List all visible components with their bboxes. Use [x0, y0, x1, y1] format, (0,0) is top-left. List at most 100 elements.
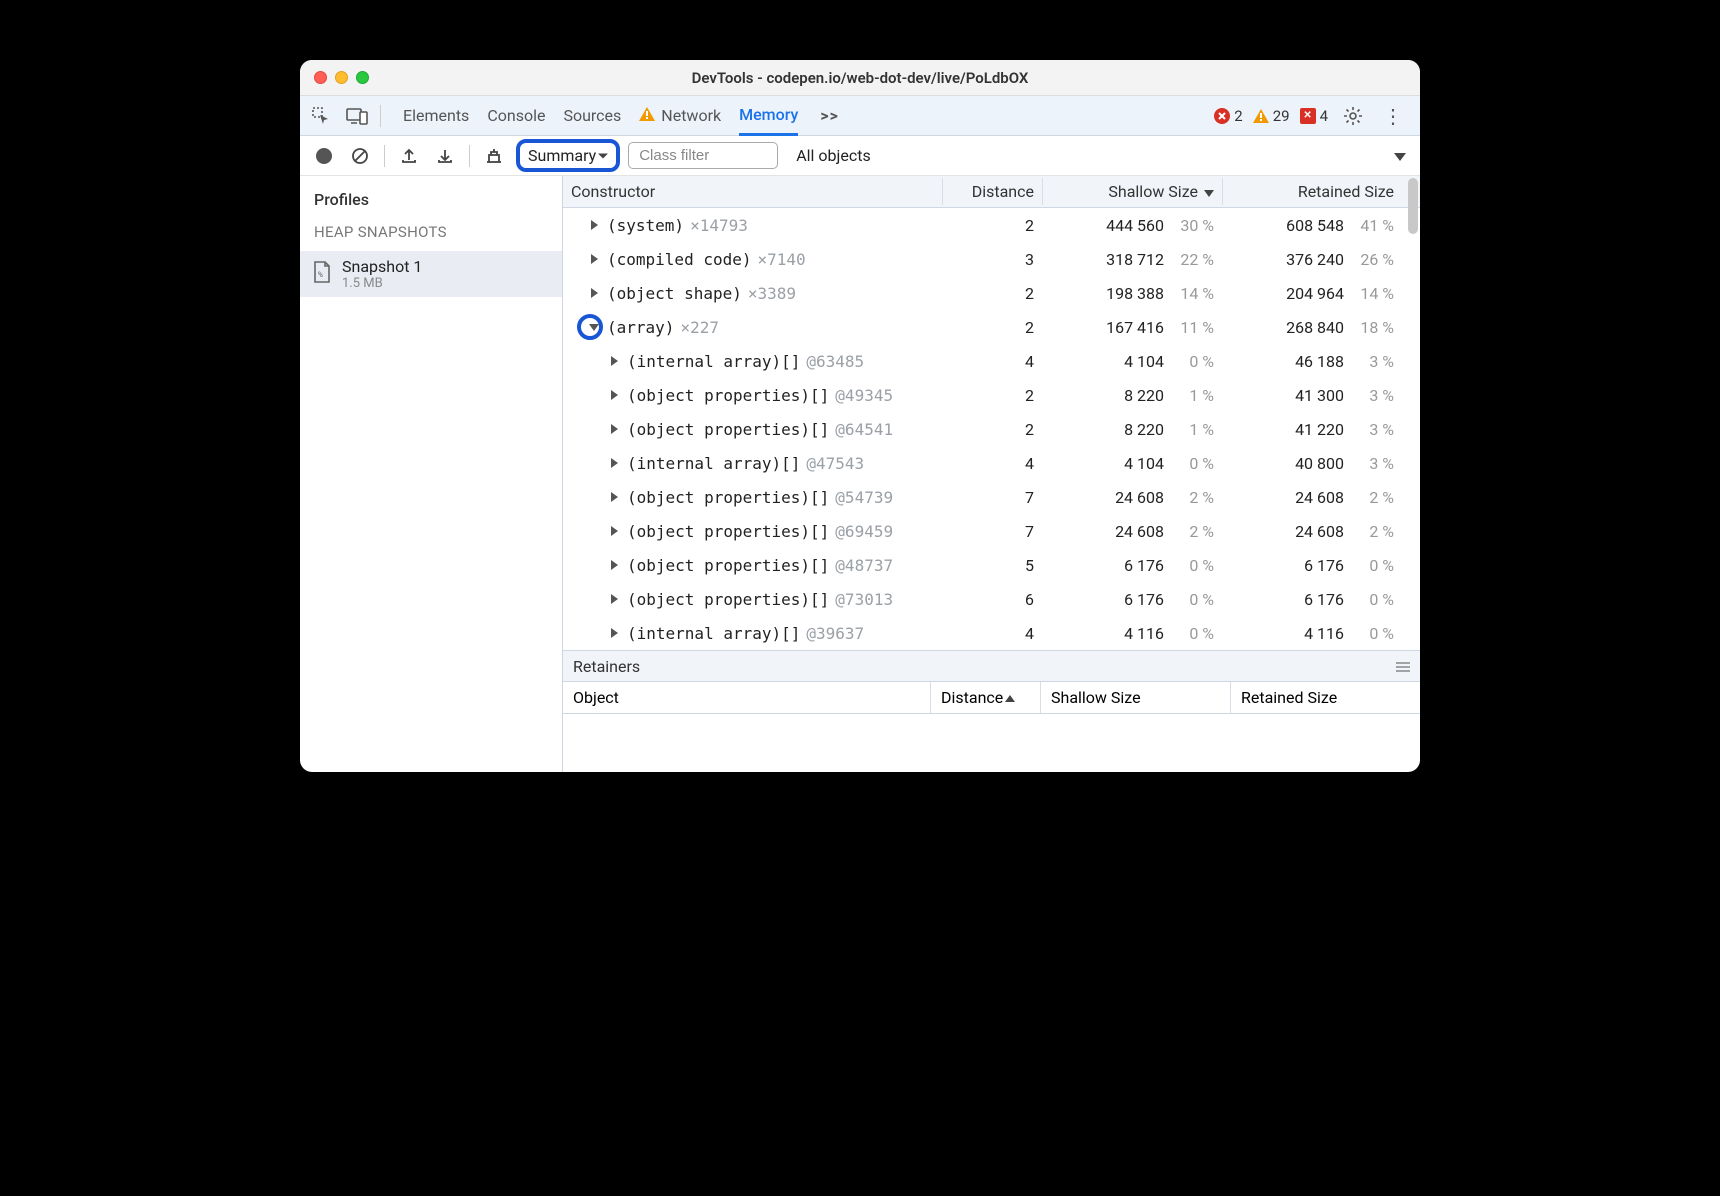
tab-memory[interactable]: Memory [739, 96, 798, 136]
class-filter-input[interactable] [628, 142, 778, 169]
retained-size-cell: 46 1883 % [1222, 350, 1402, 373]
table-row[interactable]: (object properties)[] @7301366 1760 %6 1… [563, 582, 1420, 616]
shallow-size-cell: 8 2201 % [1042, 384, 1222, 407]
disclosure-right-icon[interactable] [607, 390, 621, 400]
shallow-size-cell: 6 1760 % [1042, 554, 1222, 577]
minimize-button[interactable] [335, 71, 348, 84]
constructor-name: (object properties)[] [627, 420, 829, 439]
save-profile-button[interactable] [431, 142, 459, 170]
snapshot-item[interactable]: % Snapshot 1 1.5 MB [300, 251, 562, 297]
distance-cell: 2 [942, 418, 1042, 441]
snapshot-name: Snapshot 1 [342, 257, 422, 276]
ret-col-shallow[interactable]: Shallow Size [1040, 682, 1230, 713]
disclosure-right-icon[interactable] [587, 220, 601, 230]
disclosure-right-icon[interactable] [607, 628, 621, 638]
view-dropdown[interactable]: Summary [516, 139, 620, 172]
disclosure-right-icon[interactable] [607, 526, 621, 536]
maximize-button[interactable] [356, 71, 369, 84]
disclosure-right-icon[interactable] [607, 492, 621, 502]
table-row[interactable]: (array) ×2272167 41611 %268 84018 % [563, 310, 1420, 344]
record-button[interactable] [310, 142, 338, 170]
retained-size-cell: 41 2203 % [1222, 418, 1402, 441]
constructor-cell: (internal array)[] @47543 [563, 452, 942, 475]
close-button[interactable] [314, 71, 327, 84]
disclosure-right-icon[interactable] [607, 594, 621, 604]
constructor-name: (object shape) [607, 284, 742, 303]
constructor-name: (object properties)[] [627, 522, 829, 541]
shallow-size-cell: 24 6082 % [1042, 520, 1222, 543]
table-row[interactable]: (compiled code) ×71403318 71222 %376 240… [563, 242, 1420, 276]
tab-network[interactable]: Network [639, 96, 721, 136]
table-row[interactable]: (object properties)[] @69459724 6082 %24… [563, 514, 1420, 548]
ret-col-distance[interactable]: Distance [930, 682, 1040, 713]
object-id: @39637 [806, 624, 864, 643]
object-id: @73013 [835, 590, 893, 609]
retained-size-cell: 376 24026 % [1222, 248, 1402, 271]
snapshot-file-icon: % [312, 260, 332, 288]
constructor-cell: (object shape) ×3389 [563, 282, 942, 305]
retained-size-cell: 41 3003 % [1222, 384, 1402, 407]
table-row[interactable]: (object properties)[] @4873756 1760 %6 1… [563, 548, 1420, 582]
distance-cell: 7 [942, 520, 1042, 543]
shallow-size-cell: 318 71222 % [1042, 248, 1222, 271]
separator [469, 145, 470, 167]
clear-button[interactable] [346, 142, 374, 170]
distance-cell: 4 [942, 452, 1042, 475]
sort-desc-icon [1204, 182, 1214, 201]
more-tabs-button[interactable]: >> [820, 106, 839, 125]
table-row[interactable]: (system) ×147932444 56030 %608 54841 % [563, 208, 1420, 242]
ret-col-retained[interactable]: Retained Size [1230, 682, 1420, 713]
constructor-name: (internal array)[] [627, 624, 800, 643]
retained-size-cell: 40 8003 % [1222, 452, 1402, 475]
object-filter-dropdown[interactable]: All objects [796, 146, 1386, 165]
issues-count[interactable]: ✕ 4 [1300, 107, 1328, 125]
distance-cell: 5 [942, 554, 1042, 577]
instance-count: ×7140 [758, 250, 806, 269]
load-profile-button[interactable] [395, 142, 423, 170]
disclosure-right-icon[interactable] [607, 458, 621, 468]
tab-console[interactable]: Console [487, 96, 545, 136]
table-row[interactable]: (internal array)[] @4754344 1040 %40 800… [563, 446, 1420, 480]
issues-icon: ✕ [1300, 108, 1316, 124]
disclosure-right-icon[interactable] [607, 424, 621, 434]
snapshot-size: 1.5 MB [342, 276, 422, 291]
disclosure-down-icon[interactable] [587, 322, 601, 332]
retained-size-cell: 608 54841 % [1222, 214, 1402, 237]
disclosure-right-icon[interactable] [607, 356, 621, 366]
tab-elements[interactable]: Elements [403, 96, 469, 136]
table-row[interactable]: (object shape) ×33892198 38814 %204 9641… [563, 276, 1420, 310]
constructor-cell: (internal array)[] @39637 [563, 622, 942, 645]
table-row[interactable]: (internal array)[] @6348544 1040 %46 188… [563, 344, 1420, 378]
inspect-icon[interactable] [306, 101, 336, 131]
col-constructor[interactable]: Constructor [563, 178, 942, 205]
table-row[interactable]: (internal array)[] @3963744 1160 %4 1160… [563, 616, 1420, 650]
warning-count[interactable]: 29 [1253, 107, 1290, 125]
object-id: @63485 [806, 352, 864, 371]
error-count[interactable]: 2 [1214, 107, 1242, 125]
tab-sources[interactable]: Sources [563, 96, 621, 136]
retainers-header: Retainers [563, 650, 1420, 682]
separator [380, 105, 381, 127]
ret-col-distance-label: Distance [941, 688, 1003, 707]
menu-icon[interactable] [1396, 657, 1410, 676]
separator [384, 145, 385, 167]
disclosure-right-icon[interactable] [607, 560, 621, 570]
table-row[interactable]: (object properties)[] @54739724 6082 %24… [563, 480, 1420, 514]
shallow-size-cell: 8 2201 % [1042, 418, 1222, 441]
collect-garbage-button[interactable] [480, 142, 508, 170]
table-row[interactable]: (object properties)[] @6454128 2201 %41 … [563, 412, 1420, 446]
panel-tabs: Elements Console Sources Network Memory … [403, 96, 1208, 136]
instance-count: ×3389 [748, 284, 796, 303]
settings-icon[interactable] [1338, 101, 1368, 131]
col-shallow-size[interactable]: Shallow Size [1042, 178, 1222, 205]
kebab-menu-icon[interactable]: ⋮ [1378, 101, 1408, 131]
col-distance[interactable]: Distance [942, 178, 1042, 205]
constructor-name: (object properties)[] [627, 488, 829, 507]
device-toggle-icon[interactable] [342, 101, 372, 131]
disclosure-right-icon[interactable] [587, 254, 601, 264]
col-retained-size[interactable]: Retained Size [1222, 178, 1402, 205]
constructor-cell: (object properties)[] @48737 [563, 554, 942, 577]
ret-col-object[interactable]: Object [563, 682, 930, 713]
table-row[interactable]: (object properties)[] @4934528 2201 %41 … [563, 378, 1420, 412]
disclosure-right-icon[interactable] [587, 288, 601, 298]
